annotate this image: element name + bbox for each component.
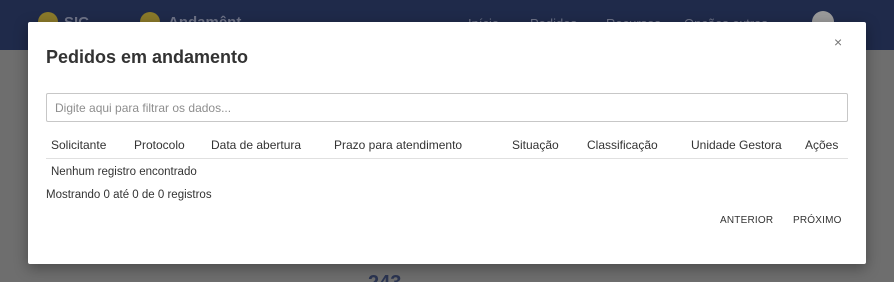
empty-table-message: Nenhum registro encontrado [51,166,197,178]
column-header-situacao[interactable]: Situação [512,138,559,152]
column-header-solicitante[interactable]: Solicitante [51,138,106,152]
column-header-unidade-gestora[interactable]: Unidade Gestora [691,138,782,152]
table-header: Solicitante Protocolo Data de abertura P… [46,130,848,159]
column-header-classificacao[interactable]: Classificação [587,138,658,152]
previous-page-button[interactable]: ANTERIOR [720,215,773,226]
column-header-acoes: Ações [805,138,839,152]
column-header-prazo[interactable]: Prazo para atendimento [334,138,462,152]
pedidos-modal: Pedidos em andamento × Solicitante Proto… [28,22,866,264]
modal-title: Pedidos em andamento [46,47,249,67]
close-icon[interactable]: × [834,34,842,50]
table-info: Mostrando 0 até 0 de 0 registros [46,189,212,201]
next-page-button[interactable]: PRÓXIMO [793,215,842,226]
background-counter: 243 [368,272,401,282]
column-header-data-abertura[interactable]: Data de abertura [211,138,301,152]
filter-input[interactable] [46,93,848,122]
column-header-protocolo[interactable]: Protocolo [134,138,185,152]
